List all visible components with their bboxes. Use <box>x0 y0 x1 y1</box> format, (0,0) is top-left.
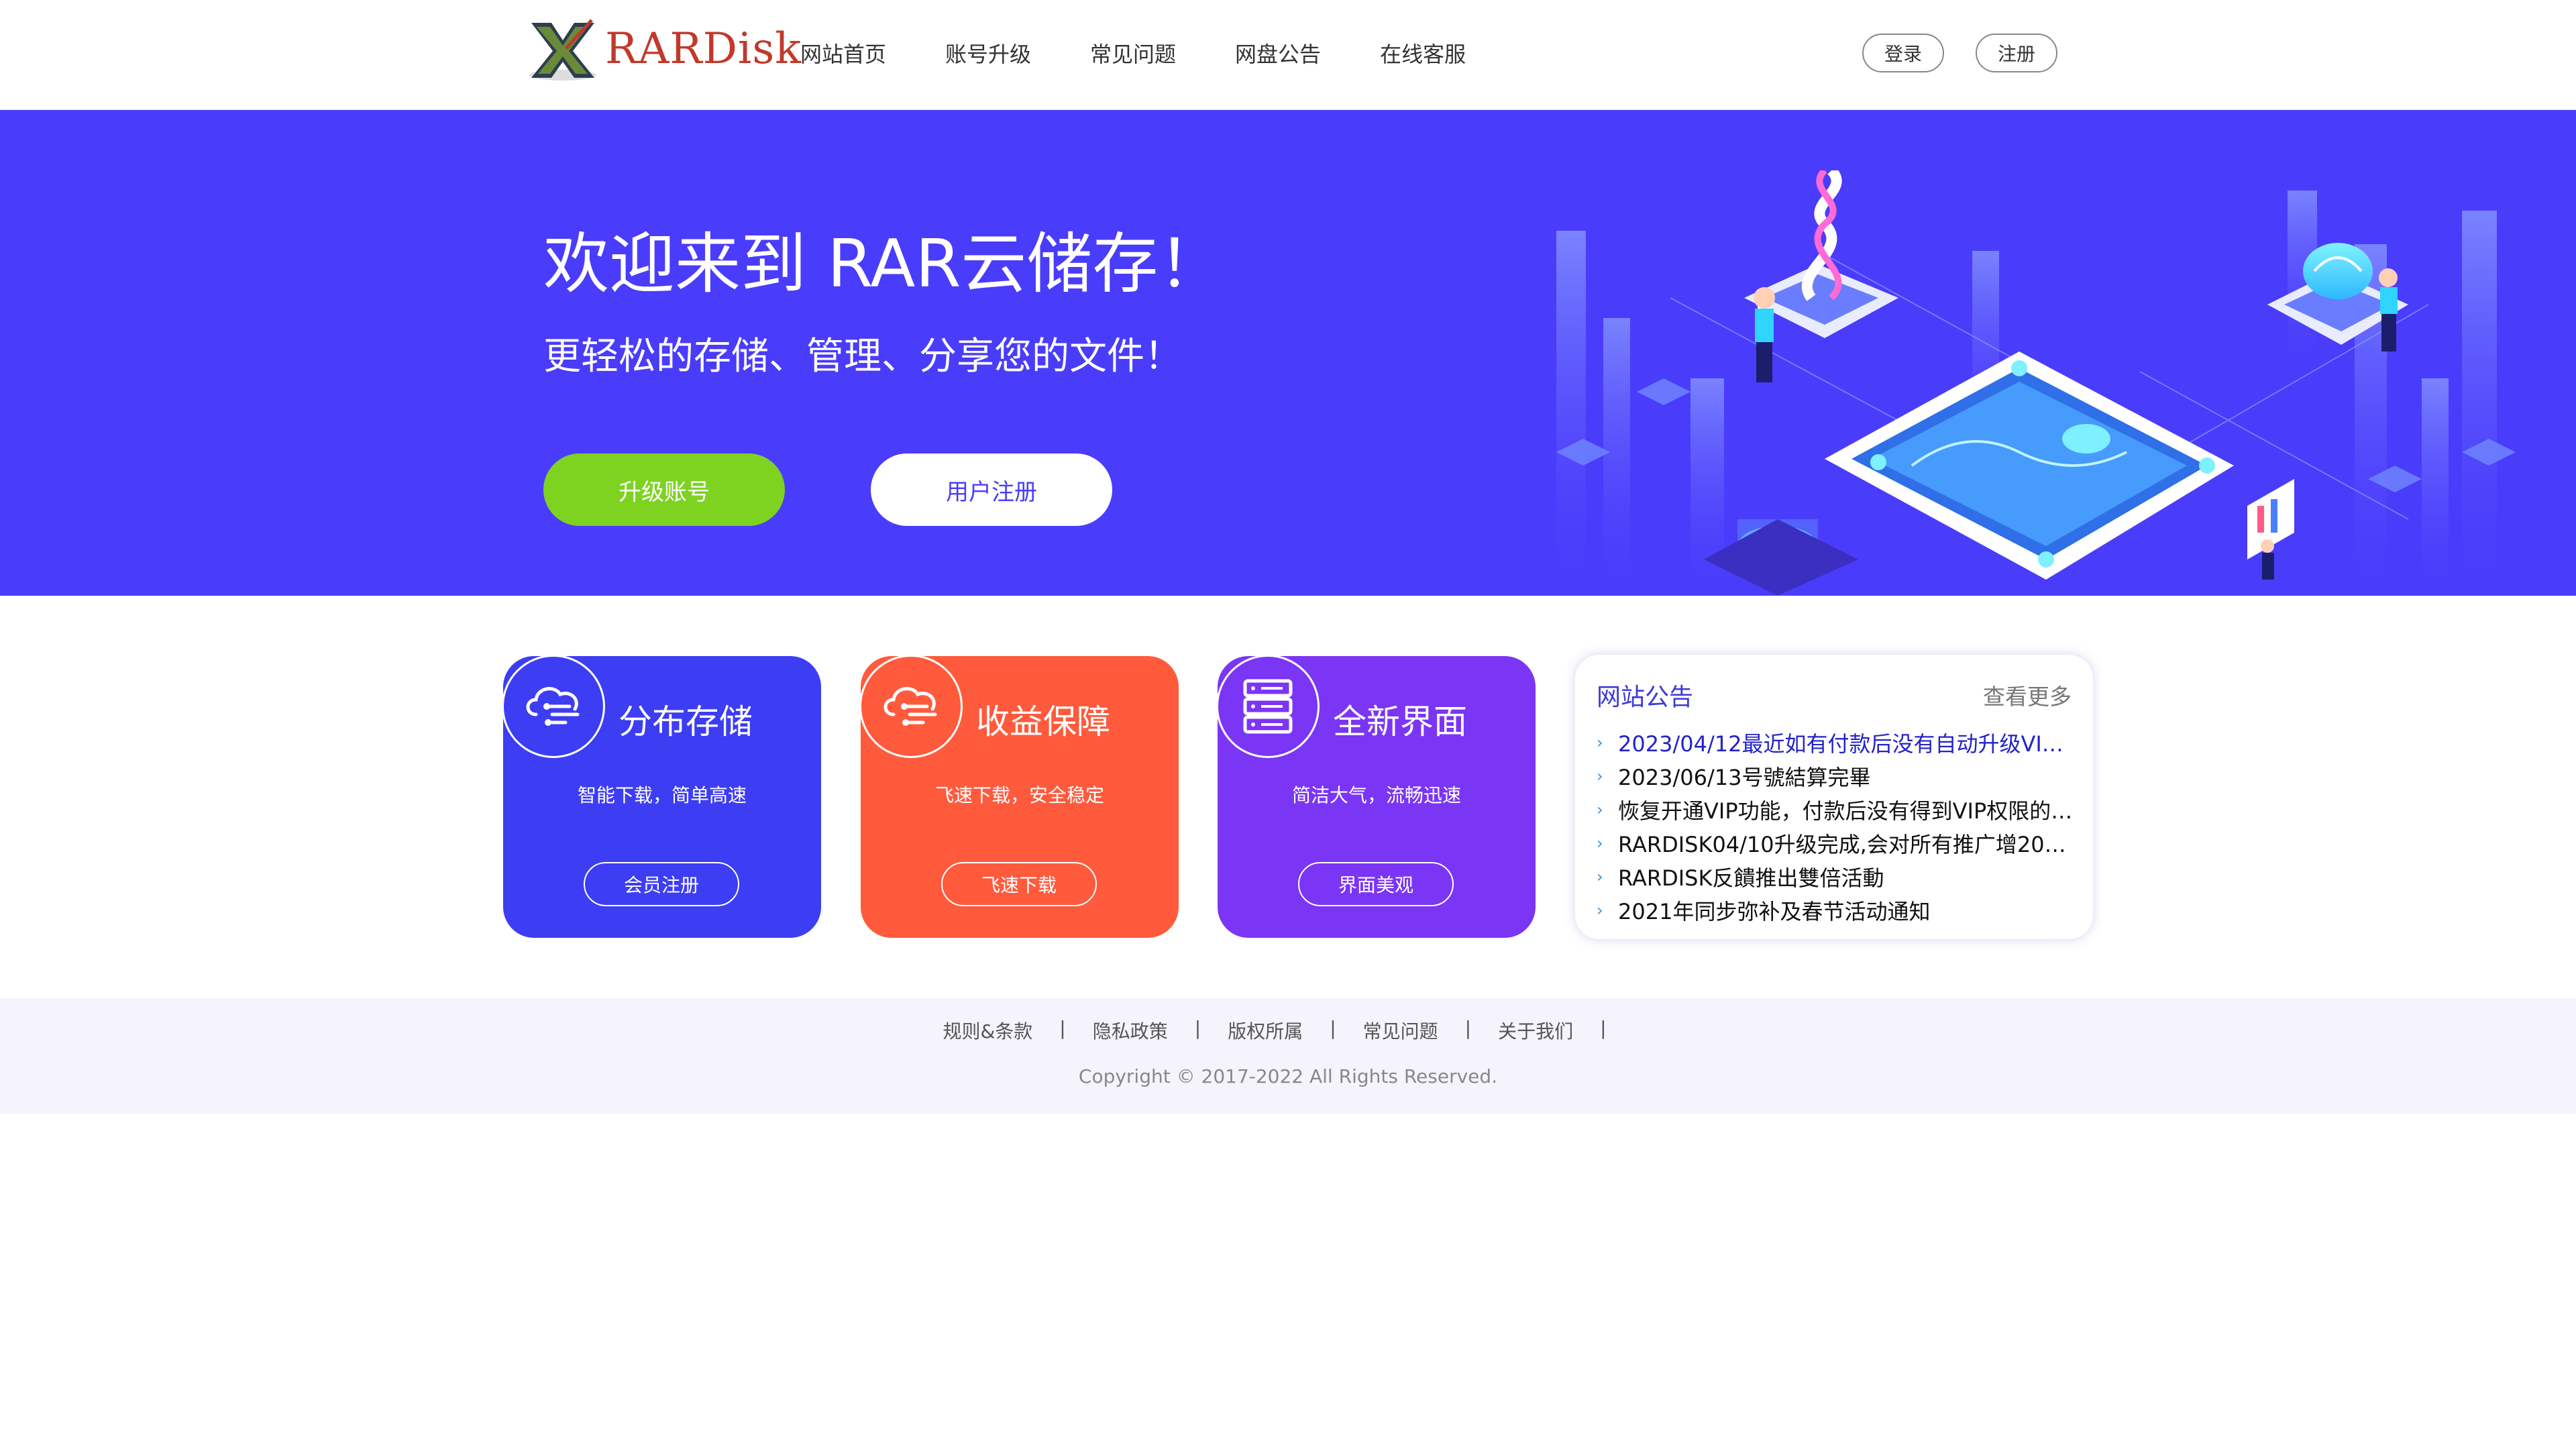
nav-announcements[interactable]: 网盘公告 <box>1235 38 1321 68</box>
announcement-text: 2023/04/12最近如有付款后没有自动升级VIP的用户请联系客服 <box>1618 731 2074 757</box>
rardisk-x-logo-icon <box>529 19 596 80</box>
footer-separator: | <box>1330 1017 1336 1039</box>
card-description: 简洁大气，流畅迅速 <box>1291 784 1461 806</box>
view-more-link[interactable]: 查看更多 <box>1983 679 2072 711</box>
footer-links: 规则&条款 | 隐私政策 | 版权所属 | 常见问题 | 关于我们 | <box>0 1017 2576 1044</box>
footer-link-privacy[interactable]: 隐私政策 <box>1093 1017 1168 1044</box>
page-footer: 规则&条款 | 隐私政策 | 版权所属 | 常见问题 | 关于我们 | Copy… <box>0 998 2576 1114</box>
chevron-right-icon: › <box>1597 800 1603 819</box>
register-button[interactable]: 注册 <box>1976 34 2057 72</box>
nav-home[interactable]: 网站首页 <box>800 38 886 68</box>
announcement-text: 2023/06/13号號結算完畢 <box>1618 765 1871 790</box>
announcement-text: 2021年同步弥补及春节活动通知 <box>1618 899 1931 924</box>
hero-subtitle: 更轻松的存储、管理、分享您的文件！ <box>543 335 1182 378</box>
footer-separator: | <box>1194 1017 1201 1039</box>
chevron-right-icon: › <box>1597 834 1603 853</box>
announcement-item[interactable]: › 恢复开通VIP功能，付款后没有得到VIP权限的请联系客服 <box>1597 793 2074 826</box>
announcement-item[interactable]: › RARDISK04/10升级完成,会对所有推广增2023年04月 <box>1597 826 2074 860</box>
announcement-title: 网站公告 <box>1597 684 1694 711</box>
announcement-item[interactable]: › 2023/06/13号號結算完畢 <box>1597 759 2074 793</box>
copyright-text: Copyright © 2017-2022 All Rights Reserve… <box>1078 1065 1498 1087</box>
announcement-panel: 网站公告 查看更多 › 2023/04/12最近如有付款后没有自动升级VIP的用… <box>1575 655 2093 939</box>
feature-card-storage: 分布存储 智能下载，简单高速 会员注册 <box>503 656 821 938</box>
card-icon-circle <box>503 656 605 758</box>
isometric-cloud-illustration <box>1556 170 2516 596</box>
brand-name: RARDisk <box>605 24 802 74</box>
nav-support[interactable]: 在线客服 <box>1380 38 1466 68</box>
card-title: 收益保障 <box>976 702 1110 741</box>
footer-link-copyright[interactable]: 版权所属 <box>1228 1017 1303 1044</box>
server-icon <box>1243 679 1293 734</box>
footer-separator: | <box>1059 1017 1066 1039</box>
site-logo[interactable]: RARDisk <box>526 17 801 85</box>
card-title: 分布存储 <box>619 702 753 741</box>
announcement-text: 恢复开通VIP功能，付款后没有得到VIP权限的请联系客服 <box>1618 798 2074 824</box>
announcement-list: › 2023/04/12最近如有付款后没有自动升级VIP的用户请联系客服 › 2… <box>1597 726 2074 927</box>
card-icon-circle <box>1218 656 1320 758</box>
feature-card-earnings: 收益保障 飞速下载，安全稳定 飞速下载 <box>861 656 1179 938</box>
card-description: 智能下载，简单高速 <box>577 784 747 806</box>
upgrade-account-button[interactable]: 升级账号 <box>543 453 785 526</box>
announcement-item[interactable]: › RARDISK反饋推出雙倍活動 <box>1597 860 2074 894</box>
announcement-item[interactable]: › 2021年同步弥补及春节活动通知 <box>1597 894 2074 927</box>
announcement-text: RARDISK04/10升级完成,会对所有推广增2023年04月 <box>1618 832 2074 857</box>
card-title: 全新界面 <box>1333 702 1467 741</box>
announcement-text: RARDISK反饋推出雙倍活動 <box>1618 865 1884 891</box>
login-button[interactable]: 登录 <box>1862 34 1944 72</box>
cloud-icon <box>526 687 580 726</box>
fast-download-button[interactable]: 飞速下载 <box>941 862 1097 906</box>
main-nav: 网站首页 账号升级 常见问题 网盘公告 在线客服 <box>800 38 1525 68</box>
footer-separator: | <box>1464 1017 1472 1039</box>
feature-card-interface: 全新界面 简洁大气，流畅迅速 界面美观 <box>1218 656 1536 938</box>
top-header: RARDisk 网站首页 账号升级 常见问题 网盘公告 在线客服 登录 注册 <box>0 0 2576 111</box>
footer-link-about[interactable]: 关于我们 <box>1498 1017 1573 1044</box>
announcement-item[interactable]: › 2023/04/12最近如有付款后没有自动升级VIP的用户请联系客服 <box>1597 726 2074 759</box>
chevron-right-icon: › <box>1597 867 1603 886</box>
footer-separator: | <box>1600 1017 1607 1039</box>
cloud-icon <box>883 687 937 726</box>
hero-banner: 欢迎来到 RAR云储存！ 更轻松的存储、管理、分享您的文件！ 升级账号 用户注册 <box>0 110 2576 596</box>
hero-title: 欢迎来到 RAR云储存！ <box>543 226 1224 303</box>
card-description: 飞速下载，安全稳定 <box>934 784 1104 806</box>
interface-beauty-button[interactable]: 界面美观 <box>1298 862 1454 906</box>
card-icon-circle <box>861 656 963 758</box>
member-register-button[interactable]: 会员注册 <box>584 862 739 906</box>
footer-link-faq[interactable]: 常见问题 <box>1363 1017 1438 1044</box>
chevron-right-icon: › <box>1597 901 1603 920</box>
nav-faq[interactable]: 常见问题 <box>1090 38 1176 68</box>
chevron-right-icon: › <box>1597 767 1603 786</box>
user-register-button[interactable]: 用户注册 <box>871 453 1112 526</box>
footer-link-terms[interactable]: 规则&条款 <box>943 1017 1032 1044</box>
chevron-right-icon: › <box>1597 733 1603 752</box>
nav-upgrade[interactable]: 账号升级 <box>945 38 1031 68</box>
